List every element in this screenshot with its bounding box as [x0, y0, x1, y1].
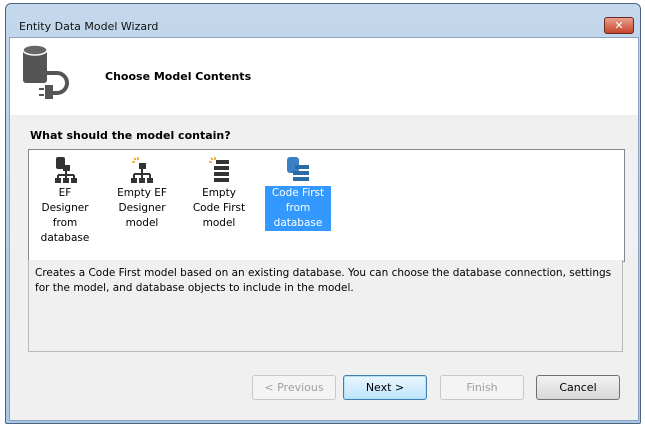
list-item-ef-designer-from-database[interactable]: EF Designer from database	[32, 154, 98, 246]
page-title: Choose Model Contents	[105, 70, 252, 83]
item-label: EF Designer from database	[40, 187, 90, 244]
wizard-window: Entity Data Model Wizard ✕ Choose Model …	[5, 3, 641, 424]
wizard-header: Choose Model Contents	[10, 38, 638, 115]
code-first-database-icon	[265, 154, 331, 186]
empty-code-first-icon	[186, 154, 252, 186]
cancel-button[interactable]: Cancel	[536, 375, 620, 400]
item-label: Code First from database	[265, 186, 331, 231]
window-title: Entity Data Model Wizard	[19, 20, 159, 33]
previous-button[interactable]: < Previous	[252, 375, 336, 400]
next-button[interactable]: Next >	[343, 375, 427, 400]
item-description: Creates a Code First model based on an e…	[28, 260, 623, 352]
wizard-body: Choose Model Contents What should the mo…	[9, 37, 639, 421]
list-item-code-first-from-database[interactable]: Code First from database	[265, 154, 331, 231]
model-contents-list[interactable]: EF Designer from database Empty EF Desig…	[28, 149, 625, 262]
close-button[interactable]: ✕	[604, 17, 634, 34]
item-label: Empty Code First model	[192, 187, 246, 229]
database-plug-icon	[22, 44, 69, 99]
finish-button[interactable]: Finish	[440, 375, 524, 400]
database-diagram-icon	[32, 154, 98, 186]
empty-diagram-icon	[109, 154, 175, 186]
item-label: Empty EF Designer model	[117, 187, 167, 229]
list-item-empty-code-first-model[interactable]: Empty Code First model	[186, 154, 252, 231]
model-question-label: What should the model contain?	[30, 129, 231, 142]
list-item-empty-ef-designer-model[interactable]: Empty EF Designer model	[109, 154, 175, 231]
